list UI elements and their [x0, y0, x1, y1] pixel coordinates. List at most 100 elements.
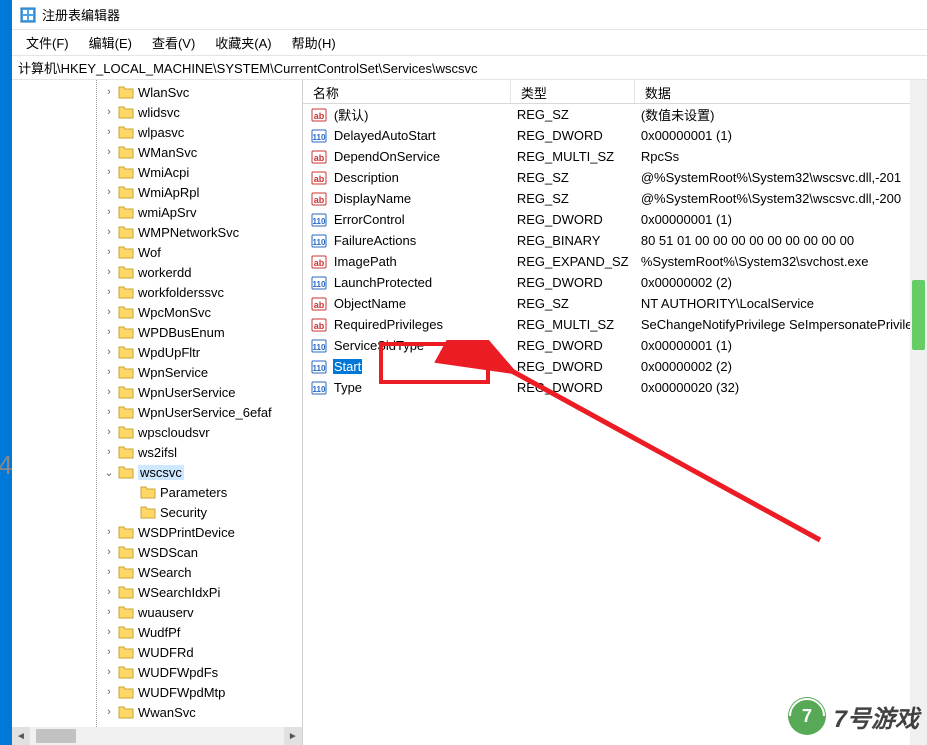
- chevron-right-icon[interactable]: ›: [102, 286, 116, 298]
- chevron-right-icon[interactable]: ›: [102, 686, 116, 698]
- value-type: REG_DWORD: [517, 380, 641, 395]
- chevron-right-icon[interactable]: ›: [102, 566, 116, 578]
- value-row[interactable]: abDependOnServiceREG_MULTI_SZRpcSs: [303, 146, 927, 167]
- chevron-right-icon[interactable]: ›: [102, 526, 116, 538]
- tree-item[interactable]: ›Parameters: [12, 482, 302, 502]
- chevron-right-icon[interactable]: ›: [102, 446, 116, 458]
- tree-item[interactable]: ›wuauserv: [12, 602, 302, 622]
- chevron-right-icon[interactable]: ›: [102, 546, 116, 558]
- chevron-right-icon[interactable]: ›: [102, 146, 116, 158]
- tree-item[interactable]: ›Wof: [12, 242, 302, 262]
- tree-item[interactable]: ›WmiApRpl: [12, 182, 302, 202]
- menu-edit[interactable]: 编辑(E): [79, 30, 142, 55]
- value-row[interactable]: 110FailureActionsREG_BINARY80 51 01 00 0…: [303, 230, 927, 251]
- tree-item[interactable]: ›WpdUpFltr: [12, 342, 302, 362]
- vscroll-thumb[interactable]: [912, 280, 925, 350]
- value-row[interactable]: abRequiredPrivilegesREG_MULTI_SZSeChange…: [303, 314, 927, 335]
- menu-view[interactable]: 查看(V): [142, 30, 205, 55]
- tree-item[interactable]: ›WmiAcpi: [12, 162, 302, 182]
- col-header-data[interactable]: 数据: [635, 80, 927, 103]
- tree-horizontal-scrollbar[interactable]: ◄ ►: [12, 727, 302, 745]
- value-row[interactable]: abDescriptionREG_SZ@%SystemRoot%\System3…: [303, 167, 927, 188]
- value-row[interactable]: 110TypeREG_DWORD0x00000020 (32): [303, 377, 927, 398]
- chevron-right-icon[interactable]: ›: [102, 166, 116, 178]
- tree-item[interactable]: ›WSearch: [12, 562, 302, 582]
- tree-item[interactable]: ›WManSvc: [12, 142, 302, 162]
- chevron-right-icon[interactable]: ›: [102, 406, 116, 418]
- chevron-right-icon[interactable]: ›: [102, 266, 116, 278]
- value-row[interactable]: abImagePathREG_EXPAND_SZ%SystemRoot%\Sys…: [303, 251, 927, 272]
- value-row[interactable]: 110ErrorControlREG_DWORD0x00000001 (1): [303, 209, 927, 230]
- chevron-right-icon[interactable]: ›: [102, 426, 116, 438]
- tree-item[interactable]: ›WUDFWpdFs: [12, 662, 302, 682]
- tree-item[interactable]: ›WSearchIdxPi: [12, 582, 302, 602]
- tree-item[interactable]: ›wlpasvc: [12, 122, 302, 142]
- chevron-right-icon[interactable]: ›: [102, 246, 116, 258]
- tree-item[interactable]: ›WSDPrintDevice: [12, 522, 302, 542]
- tree-item[interactable]: ›WpcMonSvc: [12, 302, 302, 322]
- menu-file[interactable]: 文件(F): [16, 30, 79, 55]
- tree-item[interactable]: ›WwanSvc: [12, 702, 302, 722]
- tree-item[interactable]: ›WMPNetworkSvc: [12, 222, 302, 242]
- tree-body[interactable]: ›WlanSvc›wlidsvc›wlpasvc›WManSvc›WmiAcpi…: [12, 80, 302, 727]
- address-bar[interactable]: 计算机\HKEY_LOCAL_MACHINE\SYSTEM\CurrentCon…: [12, 56, 927, 80]
- chevron-right-icon[interactable]: ›: [102, 666, 116, 678]
- tree-item[interactable]: ›WUDFRd: [12, 642, 302, 662]
- tree-item[interactable]: ›wpscloudsvr: [12, 422, 302, 442]
- chevron-right-icon[interactable]: ›: [102, 126, 116, 138]
- chevron-right-icon[interactable]: ›: [102, 306, 116, 318]
- list-vertical-scrollbar[interactable]: [910, 80, 927, 745]
- tree-item[interactable]: ›WUDFWpdMtp: [12, 682, 302, 702]
- tree-item[interactable]: ›wlidsvc: [12, 102, 302, 122]
- col-header-name[interactable]: 名称: [303, 80, 511, 103]
- value-row[interactable]: 110DelayedAutoStartREG_DWORD0x00000001 (…: [303, 125, 927, 146]
- chevron-right-icon[interactable]: ›: [102, 226, 116, 238]
- chevron-down-icon[interactable]: ⌄: [102, 466, 116, 479]
- value-row[interactable]: ab(默认)REG_SZ(数值未设置): [303, 104, 927, 125]
- tree-item[interactable]: ›WPDBusEnum: [12, 322, 302, 342]
- chevron-right-icon[interactable]: ›: [102, 106, 116, 118]
- chevron-right-icon[interactable]: ›: [102, 646, 116, 658]
- value-row[interactable]: 110LaunchProtectedREG_DWORD0x00000002 (2…: [303, 272, 927, 293]
- chevron-right-icon[interactable]: ›: [102, 366, 116, 378]
- value-row[interactable]: 110ServiceSidTypeREG_DWORD0x00000001 (1): [303, 335, 927, 356]
- tree-item[interactable]: ›WpnUserService_6efaf: [12, 402, 302, 422]
- chevron-right-icon[interactable]: ›: [102, 86, 116, 98]
- scroll-left-button[interactable]: ◄: [12, 727, 30, 745]
- title-bar[interactable]: 注册表编辑器: [12, 0, 927, 30]
- scroll-track[interactable]: [30, 727, 284, 745]
- tree-item[interactable]: ›wmiApSrv: [12, 202, 302, 222]
- tree-item[interactable]: ⌄wscsvc: [12, 462, 302, 482]
- chevron-right-icon[interactable]: ›: [102, 386, 116, 398]
- tree-item[interactable]: ›ws2ifsl: [12, 442, 302, 462]
- scroll-right-button[interactable]: ►: [284, 727, 302, 745]
- list-header[interactable]: 名称 类型 数据: [303, 80, 927, 104]
- tree-item[interactable]: ›WudfPf: [12, 622, 302, 642]
- tree-item[interactable]: ›workfolderssvc: [12, 282, 302, 302]
- tree-item[interactable]: ›WlanSvc: [12, 82, 302, 102]
- tree-item[interactable]: ›workerdd: [12, 262, 302, 282]
- chevron-right-icon[interactable]: ›: [102, 186, 116, 198]
- chevron-right-icon[interactable]: ›: [102, 706, 116, 718]
- tree-item[interactable]: ›Security: [12, 502, 302, 522]
- menu-help[interactable]: 帮助(H): [282, 30, 346, 55]
- value-row[interactable]: 110StartREG_DWORD0x00000002 (2): [303, 356, 927, 377]
- col-header-type[interactable]: 类型: [511, 80, 635, 103]
- values-pane[interactable]: 名称 类型 数据 ab(默认)REG_SZ(数值未设置)110DelayedAu…: [303, 80, 927, 745]
- chevron-right-icon[interactable]: ›: [102, 626, 116, 638]
- tree-pane[interactable]: ›WlanSvc›wlidsvc›wlpasvc›WManSvc›WmiAcpi…: [12, 80, 303, 745]
- tree-item[interactable]: ›WpnUserService: [12, 382, 302, 402]
- chevron-right-icon[interactable]: ›: [102, 326, 116, 338]
- chevron-right-icon[interactable]: ›: [102, 206, 116, 218]
- tree-item[interactable]: ›WSDScan: [12, 542, 302, 562]
- chevron-right-icon[interactable]: ›: [102, 586, 116, 598]
- value-name: ErrorControl: [333, 212, 406, 227]
- chevron-right-icon[interactable]: ›: [102, 346, 116, 358]
- menu-favorites[interactable]: 收藏夹(A): [205, 30, 281, 55]
- list-body[interactable]: ab(默认)REG_SZ(数值未设置)110DelayedAutoStartRE…: [303, 104, 927, 745]
- value-row[interactable]: abObjectNameREG_SZNT AUTHORITY\LocalServ…: [303, 293, 927, 314]
- scroll-thumb[interactable]: [36, 729, 76, 743]
- chevron-right-icon[interactable]: ›: [102, 606, 116, 618]
- tree-item[interactable]: ›WpnService: [12, 362, 302, 382]
- value-row[interactable]: abDisplayNameREG_SZ@%SystemRoot%\System3…: [303, 188, 927, 209]
